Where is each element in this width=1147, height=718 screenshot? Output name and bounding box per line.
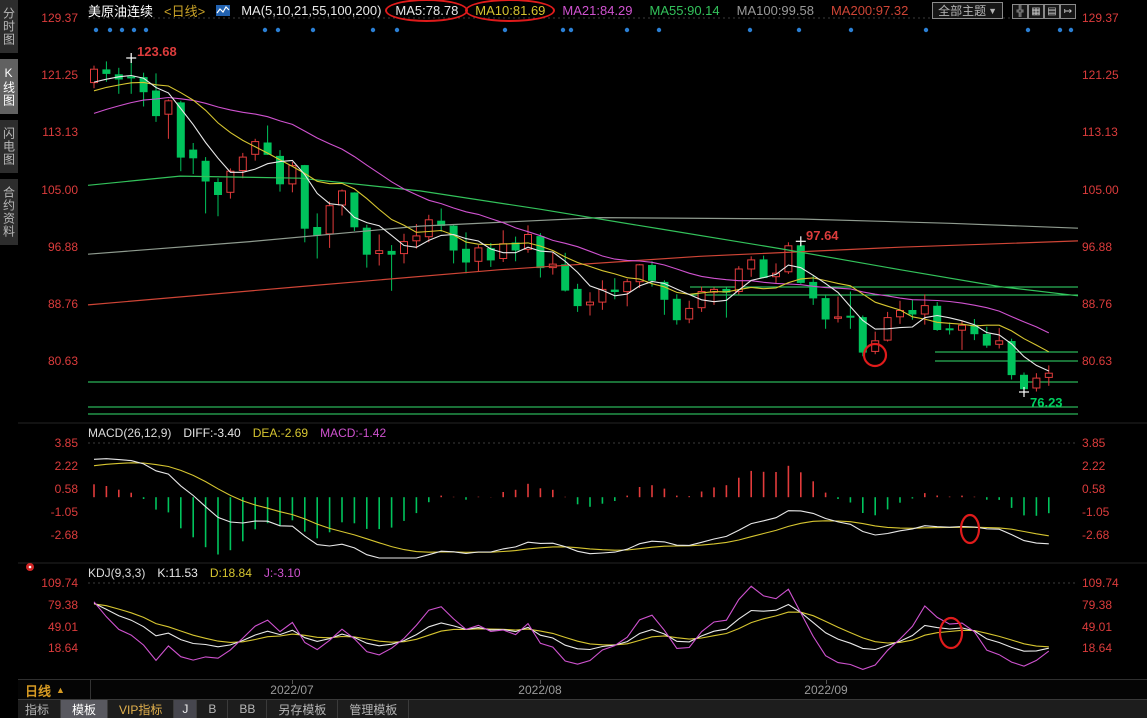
pane-layout-icon[interactable]: ▦ (1028, 4, 1044, 19)
date-label: 2022/09 (804, 683, 847, 697)
red-circle-annotation (940, 618, 962, 648)
bottom-tab-模板[interactable]: 模板 (61, 700, 108, 718)
ma-values: MA5:78.78 MA10:81.69 MA21:84.29 MA55:90.14 M… (392, 3, 911, 18)
left-sidebar: 分时图 K线图 闪电图 合约资料 (0, 0, 18, 718)
red-circle-annotation (961, 515, 979, 543)
ma-value: MA10:81.69 (472, 3, 548, 18)
date-label: 2022/07 (270, 683, 313, 697)
ma-value: MA55:90.14 (647, 3, 723, 18)
crosshair-icon[interactable]: ╬ (1012, 4, 1028, 19)
ma-value-label: MA100:99.58 (737, 3, 814, 18)
kdj-j-value: J:-3.10 (264, 566, 301, 580)
macd-macd-value: MACD:-1.42 (320, 426, 386, 440)
macd-panel[interactable] (94, 459, 1049, 558)
sidebar-tab-kline-chart[interactable]: K线图 (0, 59, 18, 114)
date-tick (540, 680, 541, 684)
date-tick (826, 680, 827, 684)
theme-selector-button[interactable]: 全部主题 ▼ (932, 2, 1003, 19)
sidebar-tab-flash-chart[interactable]: 闪电图 (0, 120, 18, 173)
macd-title: MACD(26,12,9) (88, 426, 171, 440)
sidebar-tab-label: 分时图 (1, 0, 18, 53)
svg-text:97.64: 97.64 (806, 228, 839, 243)
macd-dea-value: DEA:-2.69 (253, 426, 308, 440)
bottom-tab-BB[interactable]: BB (228, 700, 267, 718)
sidebar-tab-contract-info[interactable]: 合约资料 (0, 179, 18, 245)
kdj-panel[interactable] (94, 586, 1049, 669)
date-tick (292, 680, 293, 684)
bottom-tab-另存模板[interactable]: 另存模板 (267, 700, 338, 718)
bottom-tab-指标[interactable]: 指标 (14, 700, 61, 718)
sidebar-tab-time-chart[interactable]: 分时图 (0, 0, 18, 53)
ma-group-label: MA(5,10,21,55,100,200) (241, 3, 381, 18)
svg-text:123.68: 123.68 (137, 44, 177, 59)
instrument-title: 美原油连续 (88, 1, 153, 20)
date-label: 2022/08 (518, 683, 561, 697)
sidebar-tab-label: 合约资料 (1, 179, 18, 245)
kdj-panel-header: KDJ(9,3,3) K:11.53 D:18.84 J:-3.10 (88, 566, 301, 580)
signal-dots (94, 28, 1073, 32)
ma-value-label: MA200:97.32 (831, 3, 908, 18)
ma-value-label: MA21:84.29 (562, 3, 632, 18)
macd-diff-value: DIFF:-3.40 (183, 426, 240, 440)
header-toolbar: 全部主题 ▼ ╬▦▤↦ (932, 2, 1147, 19)
bottom-tab-J[interactable]: J (174, 700, 197, 718)
chart-type-icon[interactable] (216, 4, 230, 17)
bottom-tab-B[interactable]: B (197, 700, 228, 718)
kdj-d-value: D:18.84 (210, 566, 252, 580)
chevron-down-icon: ▼ (988, 6, 997, 16)
chart-canvas[interactable]: 123.68 97.64 76.23 (0, 0, 1147, 718)
chart-header: 美原油连续 <日线> MA(5,10,21,55,100,200) MA5:78… (18, 0, 1147, 21)
pane-chart-icon[interactable]: ▤ (1044, 4, 1060, 19)
toolbar-icons: ╬▦▤↦ (1012, 2, 1076, 19)
svg-text:76.23: 76.23 (1030, 395, 1063, 410)
bottom-tab-bar: 指标模板VIP指标JBBB另存模板管理模板 (0, 699, 1147, 718)
timeframe-label: 日线 (25, 681, 51, 700)
date-axis: 日线 ▲ 2022/07 2022/08 2022/09 (0, 679, 1147, 700)
theme-selector-label: 全部主题 (938, 2, 986, 19)
bottom-tab-管理模板[interactable]: 管理模板 (338, 700, 409, 718)
trading-app-window: 分时图 K线图 闪电图 合约资料 美原油连续 <日线> MA(5,10,21,5… (0, 0, 1147, 718)
sidebar-tab-label: K线图 (1, 59, 18, 114)
sidebar-tab-label: 闪电图 (1, 120, 18, 173)
ma-value: MA5:78.78 (392, 3, 461, 18)
kdj-k-value: K:11.53 (157, 566, 197, 580)
ma-value: MA100:99.58 (734, 3, 817, 18)
main-price-panel[interactable] (88, 58, 1078, 414)
ma-value-label: MA5:78.78 (395, 3, 458, 18)
ma-value-label: MA10:81.69 (475, 3, 545, 18)
bottom-tab-VIP指标[interactable]: VIP指标 (108, 700, 174, 718)
period-label[interactable]: <日线> (164, 1, 205, 20)
ma-value: MA21:84.29 (559, 3, 635, 18)
macd-panel-header: MACD(26,12,9) DIFF:-3.40 DEA:-2.69 MACD:… (88, 426, 386, 440)
collapse-right-icon[interactable]: ↦ (1060, 4, 1076, 19)
triangle-up-icon: ▲ (56, 685, 65, 695)
ma-value: MA200:97.32 (828, 3, 911, 18)
ma-value-label: MA55:90.14 (650, 3, 720, 18)
kdj-title: KDJ(9,3,3) (88, 566, 145, 580)
